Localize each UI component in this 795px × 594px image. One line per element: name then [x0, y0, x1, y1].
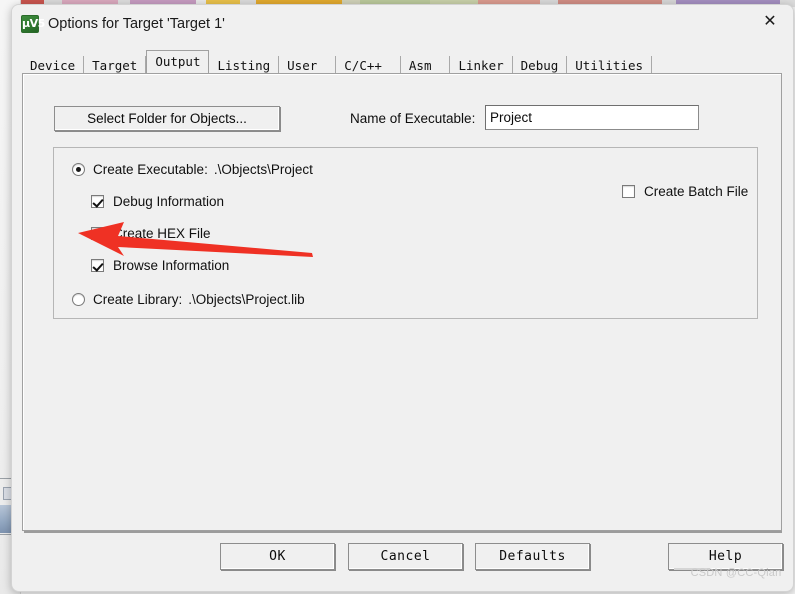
keil-uvision-icon: µV5 — [21, 15, 45, 33]
ok-button[interactable]: OK — [220, 543, 335, 570]
create-hex-file-label: Create HEX File — [113, 226, 211, 241]
tab-label: C/C++ — [344, 58, 382, 73]
tab-label: Listing — [217, 58, 271, 73]
tab-label: Device — [30, 58, 76, 73]
browse-information-label: Browse Information — [113, 258, 230, 273]
create-library-path: .\Objects\Project.lib — [188, 292, 305, 307]
output-tab-panel: Select Folder for Objects... Name of Exe… — [22, 73, 782, 533]
checkbox-browse-information-icon[interactable] — [91, 259, 104, 272]
close-icon: ✕ — [763, 11, 777, 30]
create-batch-file-label: Create Batch File — [644, 184, 749, 199]
tab-label: Utilities — [575, 58, 644, 73]
tab-label: Output — [155, 54, 201, 69]
create-library-radio-row[interactable]: Create Library: .\Objects\Project.lib — [72, 292, 305, 307]
create-library-label: Create Library: — [93, 292, 183, 307]
checkbox-create-batch-file-icon[interactable] — [622, 185, 635, 198]
dialog-title: Options for Target 'Target 1' — [48, 16, 225, 32]
debug-information-checkbox-row[interactable]: Debug Information — [91, 194, 224, 209]
cancel-button[interactable]: Cancel — [348, 543, 463, 570]
tab-strip: Device Target Output Listing User C/C++ … — [22, 50, 653, 75]
defaults-button[interactable]: Defaults — [475, 543, 590, 570]
radio-create-library-icon[interactable] — [72, 293, 85, 306]
tab-label: Asm — [408, 58, 432, 73]
tab-label: Target — [92, 58, 138, 73]
checkbox-create-hex-file-icon[interactable] — [91, 227, 104, 240]
debug-information-label: Debug Information — [113, 194, 225, 209]
select-folder-for-objects-button[interactable]: Select Folder for Objects... — [54, 106, 280, 131]
name-of-executable-label: Name of Executable: — [350, 111, 476, 126]
browse-information-checkbox-row[interactable]: Browse Information — [91, 258, 229, 273]
dialog-titlebar: µV5 Options for Target 'Target 1' ✕ — [12, 5, 793, 43]
tab-label: Debug — [520, 58, 559, 73]
app-icon-glyph: µV5 — [22, 17, 45, 30]
name-of-executable-input[interactable] — [485, 105, 699, 130]
checkbox-debug-information-icon[interactable] — [91, 195, 104, 208]
create-batch-file-checkbox-row[interactable]: Create Batch File — [622, 184, 748, 199]
watermark-text: CSDN @CC-Qian — [690, 567, 782, 579]
create-executable-path: .\Objects\Project — [213, 162, 313, 177]
radio-create-executable-icon[interactable] — [72, 163, 85, 176]
options-dialog: µV5 Options for Target 'Target 1' ✕ Devi… — [11, 4, 794, 592]
create-executable-label: Create Executable: — [93, 162, 208, 177]
create-hex-file-checkbox-row[interactable]: Create HEX File — [91, 226, 211, 241]
output-options-groupbox: Create Executable: .\Objects\Project Deb… — [53, 147, 758, 319]
create-executable-radio-row[interactable]: Create Executable: .\Objects\Project — [72, 162, 313, 177]
tab-output[interactable]: Output — [146, 50, 210, 73]
tab-label: User — [287, 58, 318, 73]
close-button[interactable]: ✕ — [747, 5, 793, 37]
tab-label: Linker — [458, 58, 504, 73]
help-button[interactable]: Help — [668, 543, 783, 570]
